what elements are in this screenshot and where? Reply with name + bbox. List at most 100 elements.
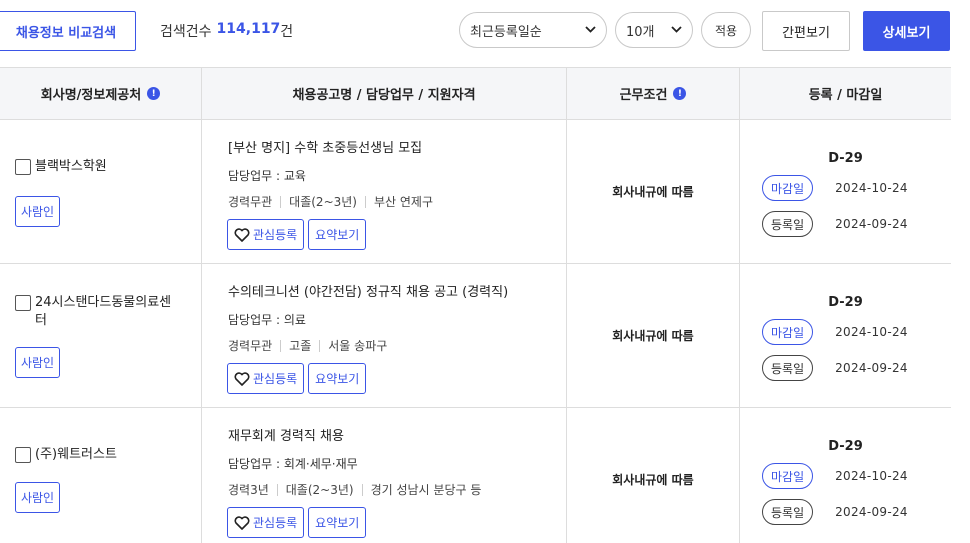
- registered-date: 2024-09-24: [835, 505, 908, 519]
- job-cell: 수의테크니션 (야간전담) 정규직 채용 공고 (경력직) 담당업무 : 의료 …: [202, 264, 567, 407]
- toolbar: 채용정보 비교검색 검색건수 114,117 건 최근등록일순 10개 적용 간…: [0, 0, 970, 67]
- job-actions: 관심등록 요약보기: [227, 219, 367, 250]
- qualification-education: 대졸(2~3년): [289, 195, 357, 209]
- interest-button-label: 관심등록: [253, 372, 298, 386]
- condition-cell: 회사내규에 따름: [567, 120, 740, 263]
- column-header-dates-label: 등록 / 마감일: [808, 88, 883, 103]
- interest-button[interactable]: 관심등록: [227, 219, 305, 250]
- registered-row: 등록일 2024-09-24: [762, 211, 908, 237]
- simple-view-button[interactable]: 간편보기: [762, 11, 850, 51]
- work-condition: 회사내규에 따름: [612, 329, 694, 343]
- deadline-badge: 마감일: [762, 319, 814, 345]
- registered-badge: 등록일: [762, 499, 814, 525]
- registered-row: 등록일 2024-09-24: [762, 499, 908, 525]
- deadline-badge: 마감일: [762, 463, 814, 489]
- registered-badge: 등록일: [762, 211, 814, 237]
- detail-view-button[interactable]: 상세보기: [863, 11, 950, 51]
- sort-select-value: 최근등록일순: [470, 24, 542, 40]
- company-name: 24시스탠다드동물의료센터: [15, 294, 190, 330]
- divider: [276, 483, 278, 496]
- select-checkbox[interactable]: [15, 295, 31, 311]
- table-header: 회사명/정보제공처 ! 채용공고명 / 담당업무 / 지원자격 근무조건 ! 등…: [0, 68, 951, 120]
- result-count: 검색건수 114,117 건: [160, 21, 293, 41]
- job-table: 회사명/정보제공처 ! 채용공고명 / 담당업무 / 지원자격 근무조건 ! 등…: [0, 67, 951, 543]
- company-name: (주)웨트러스트: [15, 446, 190, 464]
- job-duty: 담당업무 : 교육: [228, 169, 306, 183]
- sort-select[interactable]: 최근등록일순: [459, 12, 607, 48]
- dates-cell: D-29 마감일 2024-10-24 등록일 2024-09-24: [740, 120, 951, 263]
- job-actions: 관심등록 요약보기: [227, 363, 367, 394]
- registered-badge: 등록일: [762, 355, 814, 381]
- job-cell: [부산 명지] 수학 초중등선생님 모집 담당업무 : 교육 경력무관 대졸(2…: [202, 120, 567, 263]
- job-duty: 담당업무 : 의료: [228, 313, 306, 327]
- job-title-link[interactable]: 수의테크니션 (야간전담) 정규직 채용 공고 (경력직): [228, 281, 508, 300]
- work-condition: 회사내규에 따름: [612, 185, 694, 199]
- qualification-experience: 경력3년: [228, 483, 269, 497]
- column-header-job-label: 채용공고명 / 담당업무 / 지원자격: [292, 88, 476, 103]
- result-count-label: 검색건수: [160, 24, 212, 40]
- job-qualifications: 경력3년 대졸(2~3년) 경기 성남시 분당구 등: [228, 481, 481, 498]
- source-button[interactable]: 사람인: [15, 482, 60, 513]
- deadline-row: 마감일 2024-10-24: [762, 319, 908, 345]
- company-cell: 블랙박스학원 사람인: [0, 120, 202, 263]
- column-header-dates: 등록 / 마감일: [740, 68, 951, 119]
- source-button[interactable]: 사람인: [15, 196, 60, 227]
- company-name-text[interactable]: 블랙박스학원: [35, 158, 107, 176]
- condition-cell: 회사내규에 따름: [567, 408, 740, 543]
- dates-cell: D-29 마감일 2024-10-24 등록일 2024-09-24: [740, 408, 951, 543]
- summary-button[interactable]: 요약보기: [308, 507, 367, 538]
- select-checkbox[interactable]: [15, 159, 31, 175]
- info-icon[interactable]: !: [147, 87, 161, 100]
- dday-badge: D-29: [828, 295, 863, 310]
- per-page-select-value: 10개: [626, 24, 655, 40]
- heart-icon: [234, 515, 250, 530]
- summary-button[interactable]: 요약보기: [308, 219, 367, 250]
- result-count-value: 114,117: [216, 21, 281, 37]
- chevron-down-icon: [585, 25, 596, 36]
- table-row: (주)웨트러스트 사람인 재무회계 경력직 채용 담당업무 : 회계·세무·재무…: [0, 408, 951, 543]
- dates-cell: D-29 마감일 2024-10-24 등록일 2024-09-24: [740, 264, 951, 407]
- info-icon[interactable]: !: [673, 87, 687, 100]
- apply-button[interactable]: 적용: [701, 12, 751, 48]
- divider: [361, 483, 363, 496]
- divider: [280, 339, 282, 352]
- qualification-education: 고졸: [289, 339, 312, 353]
- column-header-job: 채용공고명 / 담당업무 / 지원자격: [202, 68, 567, 119]
- deadline-date: 2024-10-24: [835, 469, 908, 483]
- registered-row: 등록일 2024-09-24: [762, 355, 908, 381]
- job-actions: 관심등록 요약보기: [227, 507, 367, 538]
- qualification-experience: 경력무관: [228, 339, 273, 353]
- table-row: 블랙박스학원 사람인 [부산 명지] 수학 초중등선생님 모집 담당업무 : 교…: [0, 120, 951, 264]
- chevron-down-icon: [671, 25, 682, 36]
- table-row: 24시스탠다드동물의료센터 사람인 수의테크니션 (야간전담) 정규직 채용 공…: [0, 264, 951, 408]
- company-name-text[interactable]: (주)웨트러스트: [35, 446, 117, 464]
- deadline-row: 마감일 2024-10-24: [762, 463, 908, 489]
- column-header-condition: 근무조건 !: [567, 68, 740, 119]
- qualification-location: 부산 연제구: [373, 195, 433, 209]
- column-header-company: 회사명/정보제공처 !: [0, 68, 202, 119]
- heart-icon: [234, 371, 250, 386]
- compare-search-button[interactable]: 채용정보 비교검색: [0, 11, 136, 51]
- divider: [280, 195, 282, 208]
- deadline-date: 2024-10-24: [835, 325, 908, 339]
- job-title-link[interactable]: [부산 명지] 수학 초중등선생님 모집: [228, 137, 422, 156]
- dday-badge: D-29: [828, 439, 863, 454]
- interest-button[interactable]: 관심등록: [227, 507, 305, 538]
- select-checkbox[interactable]: [15, 447, 31, 463]
- job-cell: 재무회계 경력직 채용 담당업무 : 회계·세무·재무 경력3년 대졸(2~3년…: [202, 408, 567, 543]
- interest-button[interactable]: 관심등록: [227, 363, 305, 394]
- result-count-unit: 건: [280, 24, 294, 40]
- summary-button[interactable]: 요약보기: [308, 363, 367, 394]
- divider: [364, 195, 366, 208]
- condition-cell: 회사내규에 따름: [567, 264, 740, 407]
- job-title-link[interactable]: 재무회계 경력직 채용: [228, 425, 344, 444]
- qualification-location: 경기 성남시 분당구 등: [370, 483, 482, 497]
- qualification-experience: 경력무관: [228, 195, 273, 209]
- company-cell: (주)웨트러스트 사람인: [0, 408, 202, 543]
- company-name-text[interactable]: 24시스탠다드동물의료센터: [35, 294, 175, 330]
- qualification-education: 대졸(2~3년): [285, 483, 354, 497]
- registered-date: 2024-09-24: [835, 217, 908, 231]
- per-page-select[interactable]: 10개: [615, 12, 693, 48]
- column-header-condition-label: 근무조건: [619, 88, 668, 103]
- source-button[interactable]: 사람인: [15, 347, 60, 378]
